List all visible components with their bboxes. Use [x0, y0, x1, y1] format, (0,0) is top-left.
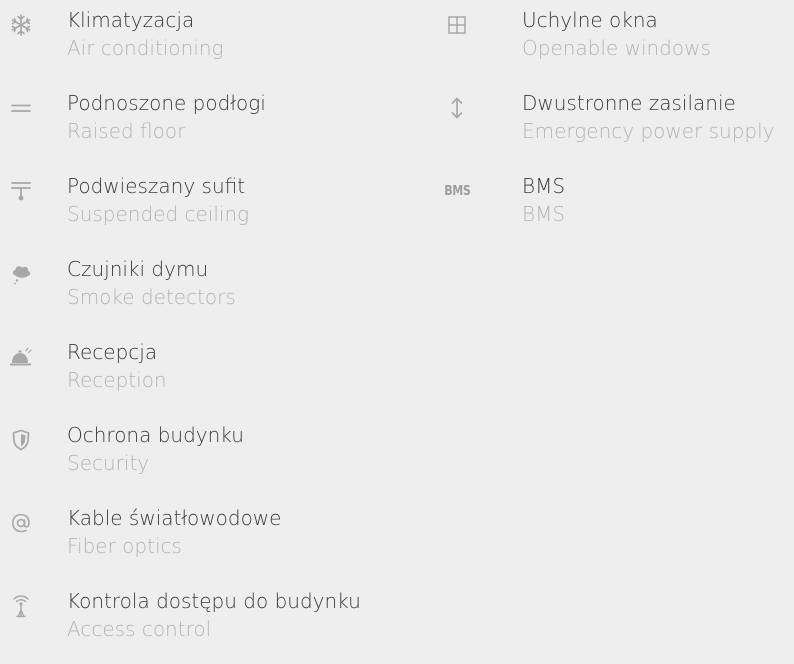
amenities-right-column: Uchylne okna Openable windows Dwustronne…: [440, 0, 794, 249]
antenna-icon: [6, 591, 36, 621]
amenity-suspended-ceiling: Podwieszany sufit Suspended ceiling: [0, 166, 440, 249]
amenity-name-pl: Podwieszany sufit: [67, 174, 246, 198]
amenity-text: Czujniki dymu Smoke detectors: [67, 255, 236, 311]
amenity-name-pl: Dwustronne zasilanie: [522, 91, 736, 115]
amenity-name-en: Smoke detectors: [67, 285, 236, 309]
amenities-left-column: Klimatyzacja Air conditioning Podnoszone…: [0, 0, 440, 664]
amenity-emergency-power: Dwustronne zasilanie Emergency power sup…: [440, 83, 794, 166]
snowflake-icon: [6, 10, 36, 40]
amenity-name-en: Openable windows: [522, 36, 711, 60]
amenity-text: Kontrola dostępu do budynku Access contr…: [67, 587, 361, 643]
bms-icon-label: BMS: [443, 183, 471, 199]
amenity-raised-floor: Podnoszone podłogi Raised floor: [0, 83, 440, 166]
amenity-name-pl: Kable światłowodowe: [67, 506, 282, 530]
reception-bell-icon: [6, 342, 36, 372]
amenity-reception: Recepcja Reception: [0, 332, 440, 415]
window-icon: [442, 10, 472, 40]
amenity-name-pl: Kontrola dostępu do budynku: [67, 589, 361, 613]
amenity-name-pl: Czujniki dymu: [67, 257, 209, 281]
amenity-text: Klimatyzacja Air conditioning: [67, 6, 224, 62]
amenity-bms: BMS BMS BMS: [440, 166, 794, 249]
amenity-text: Podnoszone podłogi Raised floor: [67, 89, 266, 145]
amenity-name-en: Emergency power supply: [522, 119, 775, 143]
amenity-name-en: Access control: [67, 617, 212, 641]
amenity-text: Dwustronne zasilanie Emergency power sup…: [522, 89, 775, 145]
amenity-name-pl: Ochrona budynku: [67, 423, 244, 447]
amenity-name-en: Fiber optics: [67, 534, 182, 558]
suspended-ceiling-icon: [6, 176, 36, 206]
amenity-name-en: Reception: [67, 368, 167, 392]
amenity-text: BMS BMS: [522, 172, 565, 228]
amenity-name-en: Suspended ceiling: [67, 202, 250, 226]
amenity-name-en: Raised floor: [67, 119, 186, 143]
amenity-fiber-optics: Kable światłowodowe Fiber optics: [0, 498, 440, 581]
at-sign-icon: [6, 508, 36, 538]
amenity-text: Uchylne okna Openable windows: [522, 6, 711, 62]
amenity-air-conditioning: Klimatyzacja Air conditioning: [0, 0, 440, 83]
amenity-name-en: Security: [67, 451, 150, 475]
amenity-text: Podwieszany sufit Suspended ceiling: [67, 172, 249, 228]
amenity-name-pl: Klimatyzacja: [67, 8, 195, 32]
smoke-detector-icon: [6, 259, 36, 289]
amenity-text: Kable światłowodowe Fiber optics: [67, 504, 281, 560]
raised-floor-icon: [6, 93, 36, 123]
amenity-name-pl: BMS: [522, 174, 566, 198]
amenity-name-pl: Podnoszone podłogi: [67, 91, 266, 115]
amenity-name-en: BMS: [522, 202, 566, 226]
amenity-security: Ochrona budynku Security: [0, 415, 440, 498]
amenity-smoke-detectors: Czujniki dymu Smoke detectors: [0, 249, 440, 332]
amenity-text: Ochrona budynku Security: [67, 421, 244, 477]
amenity-access-control: Kontrola dostępu do budynku Access contr…: [0, 581, 440, 664]
up-down-arrow-icon: [442, 93, 472, 123]
amenity-name-pl: Uchylne okna: [522, 8, 658, 32]
amenity-text: Recepcja Reception: [67, 338, 167, 394]
amenity-openable-windows: Uchylne okna Openable windows: [440, 0, 794, 83]
amenity-name-en: Air conditioning: [67, 36, 224, 60]
shield-icon: [6, 425, 36, 455]
bms-icon: BMS: [442, 176, 472, 206]
amenity-name-pl: Recepcja: [67, 340, 158, 364]
